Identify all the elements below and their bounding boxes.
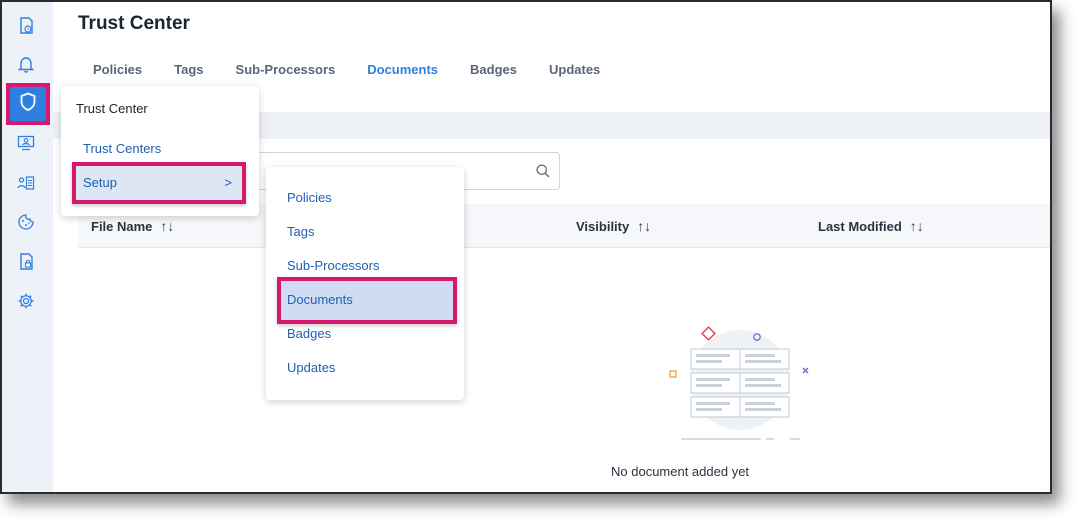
tab-updates[interactable]: Updates (549, 62, 600, 77)
sort-icon[interactable]: ↑↓ (637, 218, 651, 234)
column-label: Last Modified (818, 218, 902, 234)
submenu-item-updates[interactable]: Updates (287, 360, 335, 375)
monitor-user-icon[interactable] (17, 134, 35, 152)
column-file-name[interactable]: File Name ↑↓ (91, 218, 174, 234)
tab-policies[interactable]: Policies (93, 62, 142, 77)
tab-tags[interactable]: Tags (174, 62, 203, 77)
cookie-icon[interactable] (17, 213, 35, 231)
search-icon[interactable] (535, 163, 551, 184)
column-label: File Name (91, 218, 153, 234)
submenu-item-tags[interactable]: Tags (287, 224, 314, 239)
column-last-modified[interactable]: Last Modified ↑↓ (818, 218, 924, 234)
document-lock-icon[interactable] (17, 253, 35, 271)
user-list-icon[interactable] (17, 174, 35, 192)
submenu-item-badges[interactable]: Badges (287, 326, 331, 341)
submenu-item-documents[interactable]: Documents (277, 277, 457, 324)
page-title: Trust Center (78, 13, 190, 34)
menu-item-trust-centers[interactable]: Trust Centers (83, 141, 161, 156)
app-window: Trust Center Policies Tags Sub-Processor… (0, 0, 1052, 494)
tab-documents[interactable]: Documents (367, 62, 438, 77)
sort-icon[interactable]: ↑↓ (910, 218, 924, 234)
submenu-item-policies[interactable]: Policies (287, 190, 332, 205)
main-content: Trust Center Policies Tags Sub-Processor… (53, 2, 1050, 492)
empty-state-illustration (666, 322, 816, 447)
empty-state-message: No document added yet (611, 464, 750, 479)
menu-item-setup[interactable]: Setup > (72, 162, 246, 204)
icon-rail (2, 2, 53, 492)
menu-item-label: Setup (83, 175, 117, 190)
tab-bar: Policies Tags Sub-Processors Documents B… (93, 62, 632, 77)
report-clock-icon[interactable] (17, 17, 35, 35)
submenu-item-label: Documents (287, 292, 353, 307)
column-label: Visibility (576, 218, 630, 234)
shield-icon[interactable] (19, 92, 37, 117)
column-visibility[interactable]: Visibility ↑↓ (576, 218, 651, 234)
tab-badges[interactable]: Badges (470, 62, 517, 77)
sort-icon[interactable]: ↑↓ (160, 218, 174, 234)
bell-icon[interactable] (17, 55, 35, 73)
chevron-right-icon: > (224, 175, 232, 190)
menu-title: Trust Center (76, 101, 148, 116)
rail-active-highlight[interactable] (6, 83, 50, 125)
gear-icon[interactable] (17, 292, 35, 310)
submenu-item-sub-processors[interactable]: Sub-Processors (287, 258, 379, 273)
tab-sub-processors[interactable]: Sub-Processors (236, 62, 336, 77)
